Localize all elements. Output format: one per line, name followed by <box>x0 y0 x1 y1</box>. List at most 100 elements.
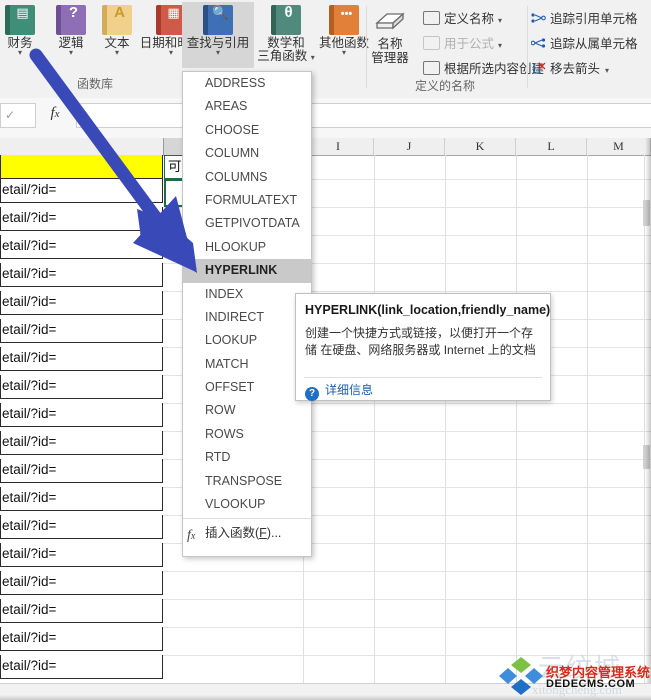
defined-names-group-label: 定义的名称 <box>414 79 475 93</box>
ribbon-group-formula-auditing: 追踪引用单元格 追踪从属单元格 移去箭头 ▾ <box>525 0 651 98</box>
text-book-icon: A <box>102 5 132 35</box>
right-shadow <box>645 138 651 683</box>
trace-precedents-item[interactable]: 追踪引用单元格 <box>531 8 638 27</box>
ribbon-button-text[interactable]: A 文本 ▾ <box>93 2 141 58</box>
dedecms-logo-icon <box>499 657 543 695</box>
tooltip-description-line2: 在硬盘、网络服务器或 Internet 上的文档 <box>320 343 536 357</box>
chevron-down-icon[interactable]: ▾ <box>311 53 315 62</box>
menu-item-transpose[interactable]: TRANSPOSE <box>183 470 311 493</box>
cell-column-a[interactable]: etail/?id= <box>0 543 163 567</box>
ribbon-button-math-trig[interactable]: θ 数学和 三角函数 ▾ <box>255 2 317 63</box>
check-icon[interactable]: ✓ <box>5 108 15 122</box>
fx-icon: fx <box>187 528 196 544</box>
lookup-reference-dropdown-menu[interactable]: ADDRESS AREAS CHOOSE COLUMN COLUMNS FORMULATE… <box>182 71 312 557</box>
column-header-K[interactable]: K <box>445 138 516 155</box>
cell-column-a[interactable]: etail/?id= <box>0 459 163 483</box>
trace-dependents-label: 追踪从属单元格 <box>550 37 638 51</box>
column-header-I[interactable]: I <box>303 138 374 155</box>
ribbon-group-defined-names: 名称 管理器 定义名称 ▾ 用于公式 ▾ 根据所选内容创建 定义的名称 <box>355 0 544 98</box>
menu-item-indirect[interactable]: INDIRECT <box>183 306 311 329</box>
insert-function-menu-item[interactable]: fx 插入函数(F)... <box>183 520 311 546</box>
column-header-L[interactable]: L <box>516 138 587 155</box>
insert-function-prefix: 插入函数( <box>205 526 260 541</box>
chevron-down-icon[interactable]: ▾ <box>0 48 48 57</box>
menu-item-hyperlink[interactable]: HYPERLINK <box>183 259 311 283</box>
menu-item-columns[interactable]: COLUMNS <box>183 166 311 189</box>
insert-function-icon[interactable]: fx <box>38 105 72 126</box>
menu-item-hlookup[interactable]: HLOOKUP <box>183 236 311 259</box>
watermark: 云纹城 xitongcheng.com 织梦内容管理系统 DEDECMS.COM <box>498 652 651 700</box>
formula-bar: ✓ fx <box>0 98 651 138</box>
chevron-down-icon[interactable]: ▾ <box>93 48 141 57</box>
insert-function-accesskey: F <box>259 526 267 541</box>
menu-item-getpivotdata[interactable]: GETPIVOTDATA <box>183 212 311 235</box>
menu-item-column[interactable]: COLUMN <box>183 142 311 165</box>
cell-column-a[interactable]: etail/?id= <box>0 207 163 231</box>
menu-item-address[interactable]: ADDRESS <box>183 72 311 95</box>
cell-column-a[interactable]: etail/?id= <box>0 375 163 399</box>
ribbon-formulas-tab: ▤ 财务 ▾ ? 逻辑 ▾ A 文本 ▾ ▦ 日期和时间 ▾ 🔍 查找与引用 ▾… <box>0 0 651 99</box>
cell-column-a[interactable]: etail/?id= <box>0 403 163 427</box>
cell-column-a[interactable]: etail/?id= <box>0 235 163 259</box>
cell-column-a[interactable]: etail/?id= <box>0 599 163 623</box>
column-header-J[interactable]: J <box>374 138 445 155</box>
math-trig-book-icon: θ <box>271 5 301 35</box>
menu-separator <box>183 518 311 520</box>
name-manager-button[interactable]: 名称 管理器 <box>363 6 417 66</box>
trace-precedents-icon <box>531 12 546 25</box>
cell-column-a[interactable]: etail/?id= <box>0 655 163 679</box>
menu-item-areas[interactable]: AREAS <box>183 95 311 118</box>
cell-column-a[interactable]: etail/?id= <box>0 263 163 287</box>
name-manager-label-2: 管理器 <box>371 51 409 66</box>
tooltip-divider <box>304 377 542 378</box>
remove-arrows-item[interactable]: 移去箭头 ▾ <box>531 58 609 77</box>
insert-function-suffix: )... <box>266 526 282 541</box>
column-header-row: F I J K L M <box>0 138 651 156</box>
chevron-down-icon[interactable]: ▾ <box>498 41 502 50</box>
trace-dependents-icon <box>530 37 546 50</box>
trace-dependents-item[interactable]: 追踪从属单元格 <box>530 33 638 52</box>
chevron-down-icon[interactable]: ▾ <box>605 66 609 75</box>
menu-item-index[interactable]: INDEX <box>183 283 311 306</box>
trace-precedents-label: 追踪引用单元格 <box>550 12 638 26</box>
menu-item-offset[interactable]: OFFSET <box>183 376 311 399</box>
create-from-selection-icon <box>423 61 440 75</box>
tooltip-description: 创建一个快捷方式或链接，以便打开一个存储 在硬盘、网络服务器或 Internet… <box>305 325 541 359</box>
chevron-down-icon[interactable]: ▾ <box>498 16 502 25</box>
tooltip-help-link-label: 详细信息 <box>325 383 374 397</box>
remove-arrows-icon <box>531 62 546 75</box>
menu-item-row[interactable]: ROW <box>183 399 311 422</box>
cell-column-a[interactable]: etail/?id= <box>0 319 163 343</box>
cell-column-a[interactable]: etail/?id= <box>0 291 163 315</box>
highlighted-cell[interactable] <box>0 155 163 179</box>
cell-column-a[interactable]: etail/?id= <box>0 487 163 511</box>
tooltip-help-link[interactable]: ? 详细信息 <box>305 381 373 401</box>
tooltip-signature: HYPERLINK(link_location,friendly_name) <box>305 303 551 317</box>
menu-item-formulatext[interactable]: FORMULATEXT <box>183 189 311 212</box>
cell-column-a[interactable]: etail/?id= <box>0 627 163 651</box>
menu-item-choose[interactable]: CHOOSE <box>183 119 311 142</box>
ribbon-button-financial[interactable]: ▤ 财务 ▾ <box>0 2 48 58</box>
use-in-formula-item[interactable]: 用于公式 ▾ <box>423 33 502 52</box>
cell-column-a[interactable]: etail/?id= <box>0 571 163 595</box>
menu-item-rtd[interactable]: RTD <box>183 446 311 469</box>
use-in-formula-icon <box>423 36 440 50</box>
ribbon-button-lookup-reference[interactable]: 🔍 查找与引用 ▾ <box>182 2 254 68</box>
menu-item-vlookup[interactable]: VLOOKUP <box>183 493 311 516</box>
chevron-down-icon[interactable]: ▾ <box>182 48 254 57</box>
cell-column-a[interactable]: etail/?id= <box>0 347 163 371</box>
function-tooltip: HYPERLINK(link_location,friendly_name) 创… <box>295 293 551 401</box>
cell-column-a[interactable]: etail/?id= <box>0 431 163 455</box>
cell-column-a[interactable]: etail/?id= <box>0 515 163 539</box>
formula-input[interactable] <box>76 103 651 128</box>
define-name-item[interactable]: 定义名称 ▾ <box>423 8 502 27</box>
remove-arrows-label: 移去箭头 <box>550 62 601 76</box>
cell-column-a[interactable]: etail/?id= <box>0 179 163 203</box>
chevron-down-icon[interactable]: ▾ <box>47 48 95 57</box>
menu-item-list: ADDRESS AREAS CHOOSE COLUMN COLUMNS FORMULATE… <box>183 72 311 516</box>
ribbon-button-logical[interactable]: ? 逻辑 ▾ <box>47 2 95 58</box>
menu-item-lookup[interactable]: LOOKUP <box>183 329 311 352</box>
menu-item-rows[interactable]: ROWS <box>183 423 311 446</box>
menu-item-match[interactable]: MATCH <box>183 353 311 376</box>
column-header-M[interactable]: M <box>587 138 651 155</box>
